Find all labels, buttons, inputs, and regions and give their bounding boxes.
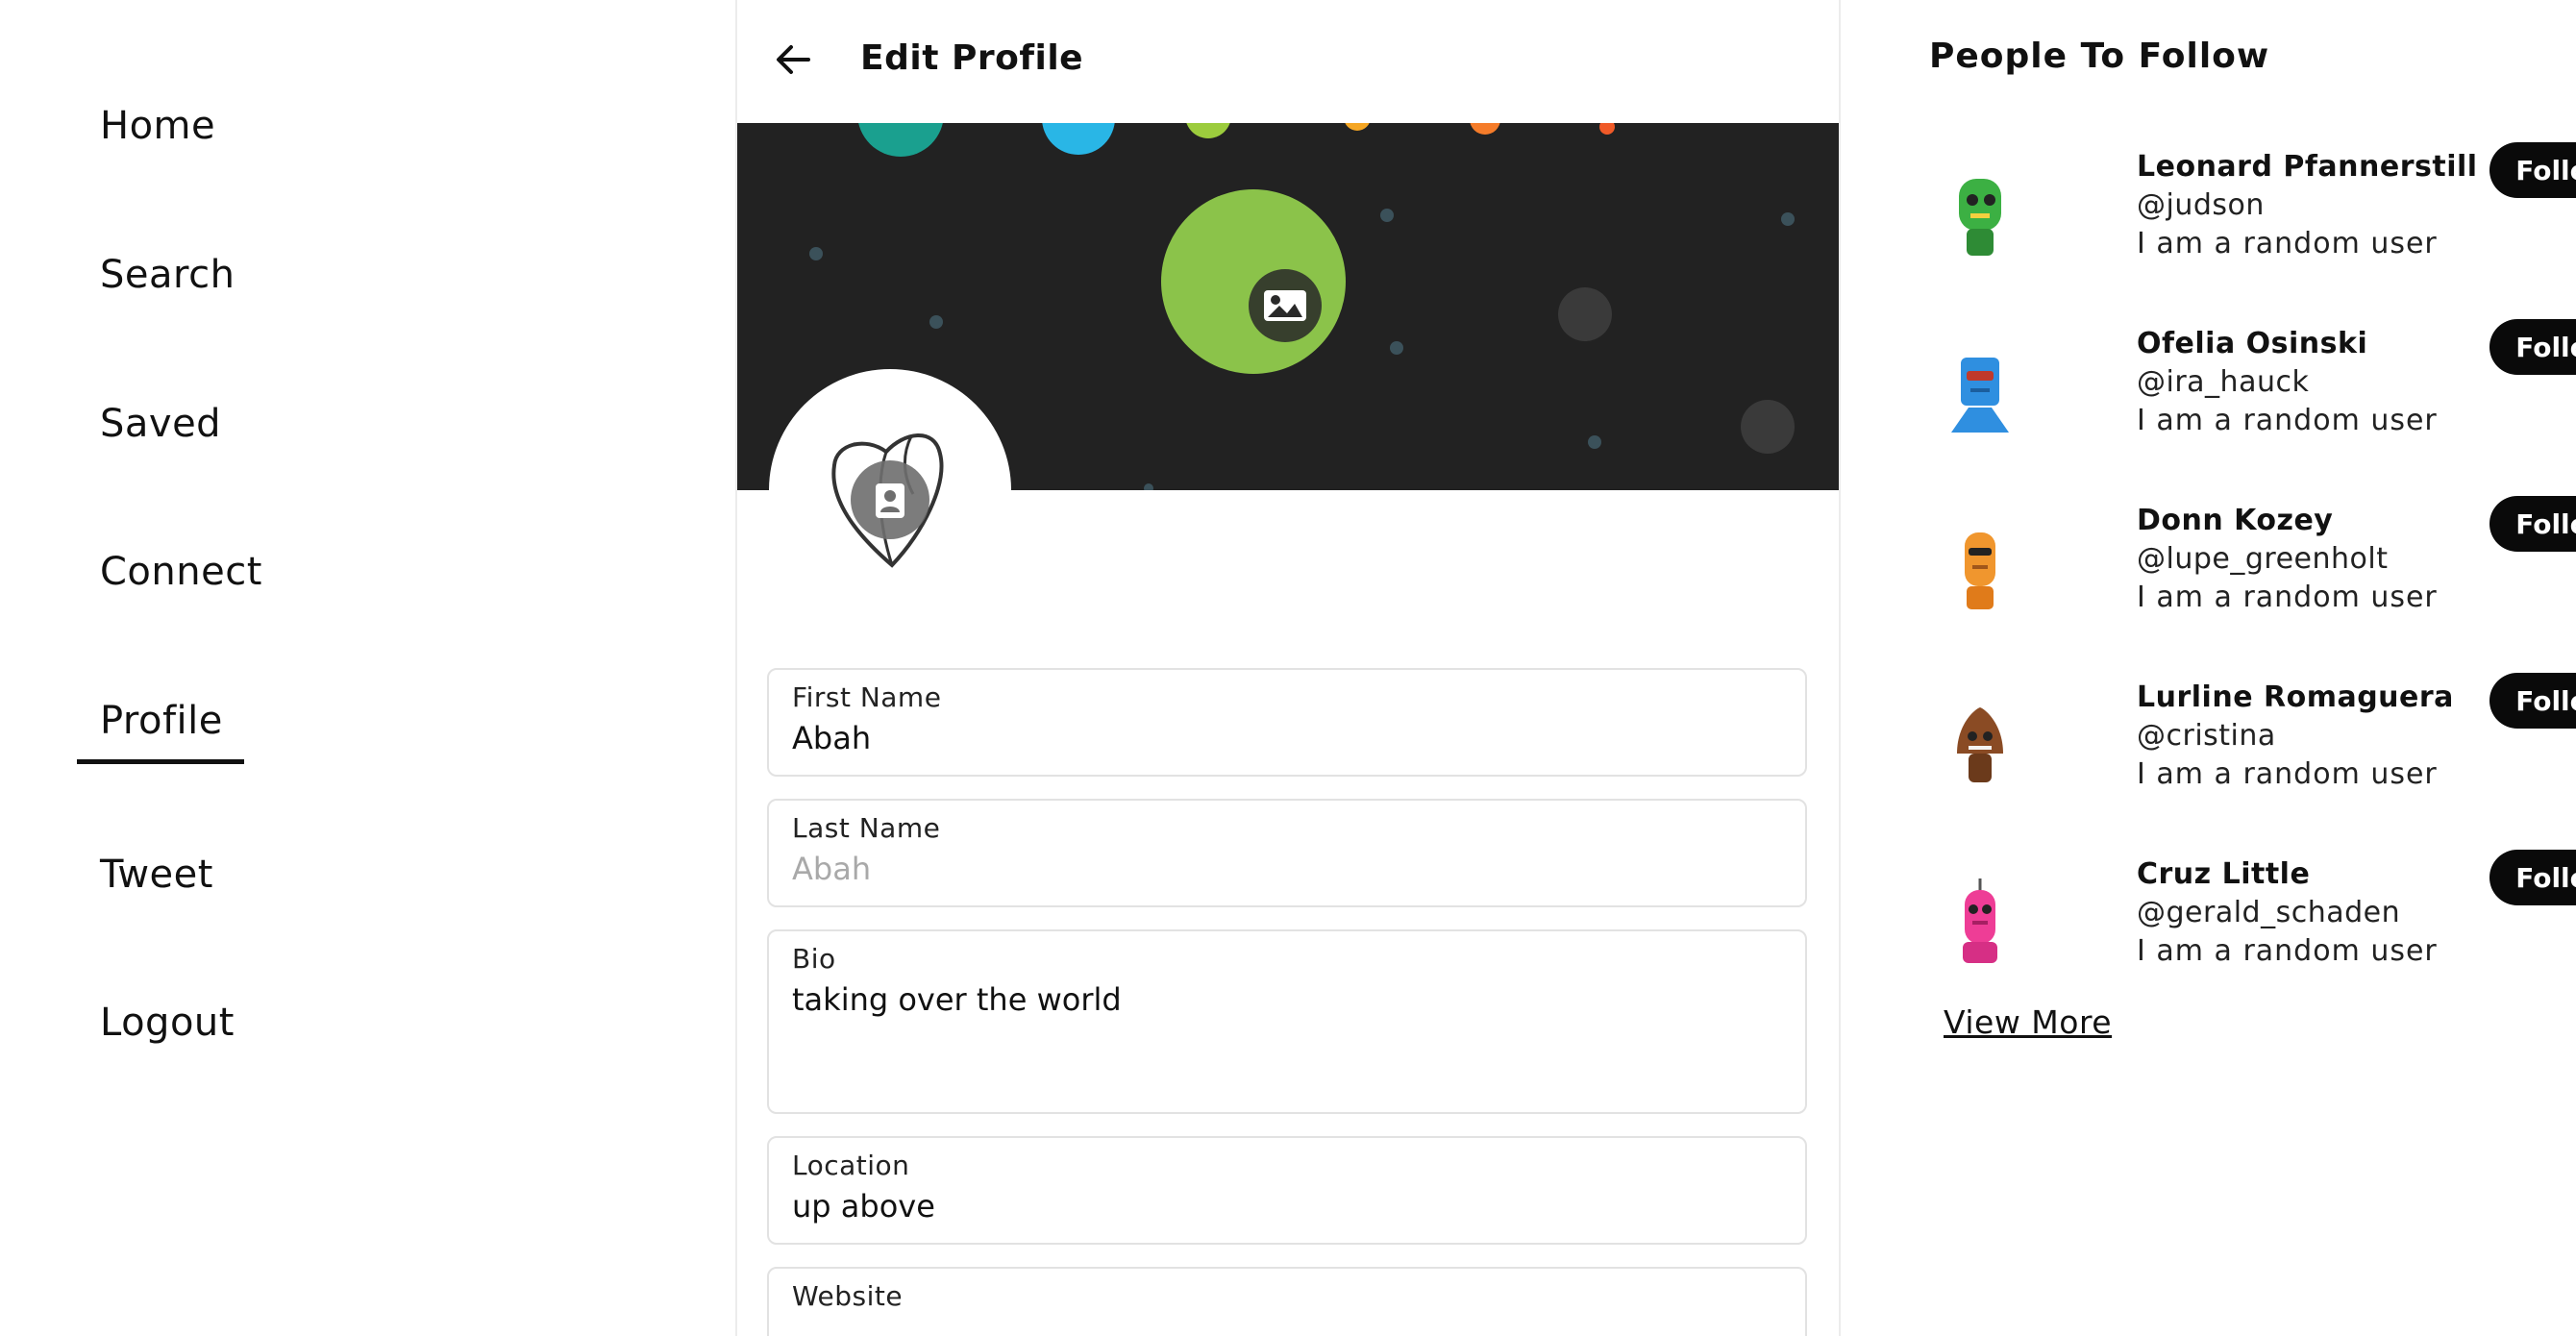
first-name-input[interactable]	[792, 720, 1772, 756]
user-avatar	[1963, 878, 1997, 963]
user-name[interactable]: Leonard Pfannerstill	[2137, 150, 2478, 184]
bio-field: Bio taking over the world	[767, 929, 1807, 1114]
location-input[interactable]	[792, 1188, 1772, 1225]
follow-button[interactable]: Follow	[2489, 142, 2576, 198]
user-handle: @ira_hauck	[2137, 365, 2310, 399]
user-handle: @cristina	[2137, 719, 2276, 753]
user-card: Leonard Pfannerstill @judson I am a rand…	[1942, 142, 2576, 294]
last-name-label: Last Name	[792, 812, 941, 844]
website-label: Website	[792, 1280, 904, 1312]
image-icon	[1264, 290, 1306, 321]
website-input[interactable]	[792, 1319, 1772, 1336]
user-name[interactable]: Lurline Romaguera	[2137, 680, 2454, 714]
first-name-field: First Name	[767, 668, 1807, 777]
section-title: People To Follow	[1929, 37, 2270, 76]
user-bio: I am a random user	[2137, 404, 2438, 437]
avatar[interactable]	[769, 369, 1011, 611]
bio-input[interactable]: taking over the world	[792, 981, 1772, 1077]
follow-button[interactable]: Follow	[2489, 850, 2576, 905]
user-avatar	[1959, 179, 2001, 256]
user-card: Lurline Romaguera @cristina I am a rando…	[1942, 673, 2576, 825]
follow-button[interactable]: Follow	[2489, 673, 2576, 729]
user-handle: @gerald_schaden	[2137, 896, 2401, 929]
user-bio: I am a random user	[2137, 934, 2438, 968]
user-handle: @lupe_greenholt	[2137, 542, 2389, 576]
arrow-left-icon[interactable]	[772, 38, 814, 81]
nav-item-saved[interactable]: Saved	[100, 402, 221, 446]
user-bio: I am a random user	[2137, 581, 2438, 614]
edit-profile-panel: Edit Profile First Name Abah Last Name A…	[735, 0, 1841, 1336]
user-card: Cruz Little @gerald_schaden I am a rando…	[1942, 850, 2576, 1002]
bio-label: Bio	[792, 943, 836, 975]
last-name-input[interactable]	[792, 851, 1772, 887]
user-card: Ofelia Osinski @ira_hauck I am a random …	[1942, 319, 2576, 471]
header: Edit Profile	[737, 0, 1839, 123]
sidebar-nav: Home Search Saved Connect Profile Tweet …	[0, 0, 735, 1336]
user-avatar	[1951, 358, 2009, 433]
location-label: Location	[792, 1150, 910, 1181]
people-to-follow-panel: People To Follow Leonard Pfannerstill @j…	[1841, 0, 2576, 1336]
website-field: Website	[767, 1267, 1807, 1336]
user-name[interactable]: Ofelia Osinski	[2137, 327, 2367, 360]
nav-item-search[interactable]: Search	[100, 253, 235, 297]
nav-item-connect[interactable]: Connect	[100, 550, 262, 594]
active-nav-indicator	[77, 759, 244, 764]
user-handle: @judson	[2137, 188, 2265, 222]
view-more-link[interactable]: View More	[1944, 1003, 2112, 1041]
change-banner-button[interactable]	[1249, 269, 1322, 342]
user-name[interactable]: Cruz Little	[2137, 857, 2310, 891]
nav-item-profile[interactable]: Profile	[100, 699, 223, 743]
first-name-label: First Name	[792, 681, 942, 713]
user-bio: I am a random user	[2137, 757, 2438, 791]
follow-button[interactable]: Follow	[2489, 496, 2576, 552]
last-name-field: Last Name	[767, 799, 1807, 907]
nav-item-tweet[interactable]: Tweet	[100, 853, 213, 897]
user-bio: I am a random user	[2137, 227, 2438, 260]
page-title: Edit Profile	[860, 38, 1084, 78]
follow-button[interactable]: Follow	[2489, 319, 2576, 375]
user-avatar	[1957, 707, 2003, 782]
nav-item-logout[interactable]: Logout	[100, 1001, 235, 1045]
person-icon	[876, 483, 904, 518]
user-avatar	[1965, 532, 1995, 609]
nav-item-home[interactable]: Home	[100, 104, 215, 148]
user-name[interactable]: Donn Kozey	[2137, 504, 2333, 537]
user-card: Donn Kozey @lupe_greenholt I am a random…	[1942, 496, 2576, 648]
change-avatar-button[interactable]	[851, 460, 929, 539]
location-field: Location	[767, 1136, 1807, 1245]
